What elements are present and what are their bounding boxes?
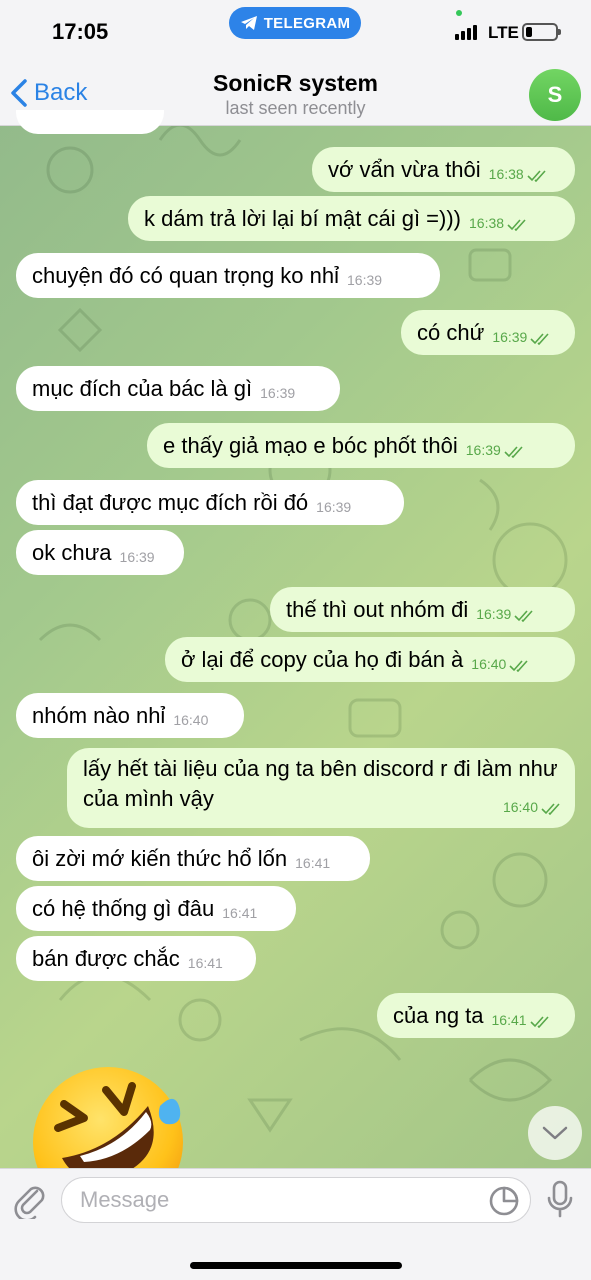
- message-time: 16:40: [503, 792, 561, 822]
- network-label: LTE: [488, 23, 519, 42]
- message-text: lấy hết tài liệu của ng ta bên discord r…: [83, 756, 558, 811]
- sticker-icon: [489, 1186, 519, 1216]
- message-bubble-outgoing[interactable]: có chứ 16:39: [401, 310, 575, 355]
- privacy-indicator-dot: [456, 10, 462, 16]
- battery-icon: [522, 23, 561, 41]
- message-text: vớ vẩn vừa thôi: [328, 157, 481, 182]
- telegram-pill-label: TELEGRAM: [263, 14, 351, 32]
- message-time: 16:39: [260, 385, 296, 401]
- chevron-down-icon: [542, 1126, 568, 1140]
- message-text: e thấy giả mạo e bóc phốt thôi: [163, 433, 458, 458]
- double-check-icon: [509, 660, 528, 672]
- chat-title[interactable]: SonicR system: [0, 70, 591, 97]
- message-bubble-outgoing[interactable]: k dám trả lời lại bí mật cái gì =))) 16:3…: [128, 196, 575, 241]
- message-bubble-incoming[interactable]: bán được chắc 16:41: [16, 936, 256, 981]
- double-check-icon: [527, 170, 546, 182]
- message-time: 16:38: [469, 211, 527, 235]
- message-text: thì đạt được mục đích rồi đó: [32, 490, 309, 515]
- message-text: chuyện đó có quan trọng ko nhỉ: [32, 263, 340, 288]
- message-time: 16:39: [347, 272, 383, 288]
- clock: 17:05: [52, 19, 109, 44]
- message-text: có chứ: [417, 320, 485, 345]
- message-bubble-incoming[interactable]: chuyện đó có quan trọng ko nhỉ 16:39: [16, 253, 440, 298]
- message-bubble-incoming[interactable]: thì đạt được mục đích rồi đó 16:39: [16, 480, 404, 525]
- paperclip-icon: [14, 1186, 45, 1222]
- double-check-icon: [507, 219, 526, 231]
- message-time: 16:39: [476, 602, 534, 626]
- home-indicator: [190, 1262, 402, 1269]
- attach-button[interactable]: [13, 1181, 47, 1224]
- message-text: thế thì out nhóm đi: [286, 597, 469, 622]
- double-check-icon: [529, 1016, 549, 1028]
- message-time: 16:41: [222, 905, 258, 921]
- message-time: 16:40: [173, 712, 209, 728]
- status-bar: 17:05 TELEGRAM LTE: [0, 0, 591, 60]
- message-text: bán được chắc: [32, 946, 180, 971]
- message-text: ok chưa: [32, 540, 112, 565]
- message-time: 16:39: [466, 438, 524, 462]
- message-text: k dám trả lời lại bí mật cái gì =))): [144, 206, 462, 231]
- telegram-pill[interactable]: TELEGRAM: [229, 7, 361, 39]
- message-bubble-incoming[interactable]: nhóm nào nhỉ 16:40: [16, 693, 244, 738]
- message-time: 16:41: [295, 855, 331, 871]
- message-text: mục đích của bác là gì: [32, 376, 253, 401]
- message-bubble-incoming[interactable]: ôi zời mớ kiến thức hổ lốn 16:41: [16, 836, 370, 881]
- signal-icon: [455, 25, 477, 40]
- message-text: nhóm nào nhỉ: [32, 703, 166, 728]
- message-bubble-incoming[interactable]: ok chưa 16:39: [16, 530, 184, 575]
- message-text: của ng ta: [393, 1003, 484, 1028]
- message-bubble-outgoing[interactable]: của ng ta 16:41: [377, 993, 575, 1038]
- partial-message-bubble: [16, 110, 164, 134]
- telegram-plane-icon: [240, 16, 257, 30]
- double-check-icon: [530, 333, 549, 345]
- message-text: ở lại để copy của họ đi bán à: [181, 647, 464, 672]
- message-text: có hệ thống gì đâu: [32, 896, 215, 921]
- message-time: 16:39: [119, 549, 155, 565]
- message-bubble-outgoing[interactable]: lấy hết tài liệu của ng ta bên discord r…: [67, 748, 575, 828]
- message-bubble-outgoing[interactable]: e thấy giả mạo e bóc phốt thôi 16:39: [147, 423, 575, 468]
- message-time: 16:38: [489, 162, 547, 186]
- message-time: 16:39: [492, 325, 550, 349]
- message-bubble-incoming[interactable]: mục đích của bác là gì 16:39: [16, 366, 340, 411]
- message-bubble-outgoing[interactable]: vớ vẩn vừa thôi 16:38: [312, 147, 575, 192]
- message-input[interactable]: [61, 1177, 531, 1223]
- message-text: ôi zời mớ kiến thức hổ lốn: [32, 846, 288, 871]
- microphone-icon: [547, 1180, 573, 1218]
- microphone-button[interactable]: [546, 1180, 574, 1223]
- message-time: 16:39: [316, 499, 352, 515]
- double-check-icon: [514, 610, 533, 622]
- message-bubble-outgoing[interactable]: ở lại để copy của họ đi bán à 16:40: [165, 637, 575, 682]
- message-bubble-outgoing[interactable]: thế thì out nhóm đi 16:39: [270, 587, 575, 632]
- scroll-down-button[interactable]: [528, 1106, 582, 1160]
- message-time: 16:41: [187, 955, 223, 971]
- message-bubble-incoming[interactable]: có hệ thống gì đâu 16:41: [16, 886, 296, 931]
- sticker-button[interactable]: [488, 1185, 520, 1222]
- double-check-icon: [504, 446, 523, 458]
- double-check-icon: [541, 803, 560, 815]
- message-time: 16:41: [492, 1008, 550, 1032]
- avatar[interactable]: S: [529, 69, 581, 121]
- rofl-emoji-icon[interactable]: [32, 1066, 184, 1217]
- message-time: 16:40: [471, 652, 529, 676]
